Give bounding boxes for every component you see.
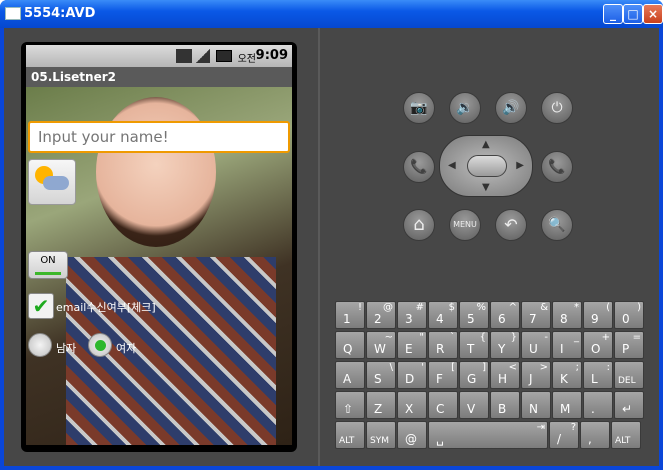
key-row4-3[interactable]: C bbox=[428, 391, 458, 419]
key-row2-4[interactable]: T{ bbox=[459, 331, 489, 359]
key-row3-9[interactable]: DEL bbox=[614, 361, 644, 389]
key-row2-0[interactable]: Q bbox=[335, 331, 365, 359]
close-button[interactable]: × bbox=[643, 4, 663, 24]
home-button[interactable]: ⌂ bbox=[403, 209, 435, 241]
radio-selected-dot bbox=[95, 340, 106, 351]
key-row4-7[interactable]: M bbox=[552, 391, 582, 419]
email-checkbox[interactable]: ✔ bbox=[28, 293, 54, 319]
key-row3-3[interactable]: F[ bbox=[428, 361, 458, 389]
key-row5-4[interactable]: /? bbox=[549, 421, 579, 449]
volume-up-button[interactable]: 🔊 bbox=[495, 92, 527, 124]
key-row3-8[interactable]: L: bbox=[583, 361, 613, 389]
call-button[interactable]: 📞 bbox=[403, 151, 435, 183]
key-row3-7[interactable]: K; bbox=[552, 361, 582, 389]
weather-image-button[interactable] bbox=[28, 159, 76, 205]
key-row3-0[interactable]: A bbox=[335, 361, 365, 389]
key-row4-4[interactable]: V bbox=[459, 391, 489, 419]
radio-male-label: 남자 bbox=[56, 342, 77, 355]
window-title: 5554:AVD bbox=[24, 6, 96, 21]
key-row5-2[interactable]: @ bbox=[397, 421, 427, 449]
key-row4-8[interactable]: . bbox=[583, 391, 613, 419]
panel-divider bbox=[318, 28, 320, 466]
key-row5-0[interactable]: ALT bbox=[335, 421, 365, 449]
radio-female[interactable] bbox=[88, 333, 112, 357]
on-toggle-button[interactable]: ON bbox=[28, 251, 68, 279]
key-row4-6[interactable]: N bbox=[521, 391, 551, 419]
maximize-button[interactable]: □ bbox=[623, 4, 643, 24]
network-icon bbox=[176, 49, 192, 63]
key-row1-0[interactable]: 1! bbox=[335, 301, 365, 329]
menu-button[interactable]: MENU bbox=[449, 209, 481, 241]
key-row4-0[interactable]: ⇧ bbox=[335, 391, 365, 419]
power-button[interactable]: ⏻ bbox=[541, 92, 573, 124]
status-clock: 9:09 bbox=[255, 48, 288, 63]
key-row4-1[interactable]: Z bbox=[366, 391, 396, 419]
emulator-window: 5554:AVD _ □ × 📷 🔉 🔊 ⏻ 📞 📞 ⌂ MENU ↶ 🔍 ▲ … bbox=[0, 0, 663, 470]
key-row1-9[interactable]: 0) bbox=[614, 301, 644, 329]
radio-female-label: 여자 bbox=[116, 342, 137, 355]
key-row3-1[interactable]: S \ bbox=[366, 361, 396, 389]
end-call-button[interactable]: 📞 bbox=[541, 151, 573, 183]
volume-down-button[interactable]: 🔉 bbox=[449, 92, 481, 124]
window-icon bbox=[5, 7, 21, 20]
key-row5-5[interactable]: , bbox=[580, 421, 610, 449]
dpad-up-icon[interactable]: ▲ bbox=[482, 139, 490, 150]
battery-icon bbox=[216, 50, 232, 62]
search-button[interactable]: 🔍 bbox=[541, 209, 573, 241]
key-row2-8[interactable]: O + bbox=[583, 331, 613, 359]
key-row1-7[interactable]: 8 * bbox=[552, 301, 582, 329]
minimize-button[interactable]: _ bbox=[603, 4, 623, 24]
toggle-indicator bbox=[35, 272, 61, 275]
key-row1-3[interactable]: 4 $ bbox=[428, 301, 458, 329]
camera-button[interactable]: 📷 bbox=[403, 92, 435, 124]
key-row2-2[interactable]: E " bbox=[397, 331, 427, 359]
dpad-right-icon[interactable]: ▶ bbox=[516, 160, 524, 171]
key-row4-9[interactable]: ↵ bbox=[614, 391, 644, 419]
key-row2-7[interactable]: I _ bbox=[552, 331, 582, 359]
key-row1-6[interactable]: 7 & bbox=[521, 301, 551, 329]
key-row2-3[interactable]: R ` bbox=[428, 331, 458, 359]
key-row4-2[interactable]: X bbox=[397, 391, 427, 419]
back-button[interactable]: ↶ bbox=[495, 209, 527, 241]
key-row2-6[interactable]: U- bbox=[521, 331, 551, 359]
dpad-down-icon[interactable]: ▼ bbox=[482, 182, 490, 193]
hardware-keyboard: 1! 2 @3 #4 $5% 6 ^ 7 & 8 * 9(0) Q W ~ E " R ` T{Y} U - I _ O + P = A… bbox=[335, 301, 645, 451]
photo-face bbox=[96, 97, 216, 247]
dpad-left-icon[interactable]: ◀ bbox=[448, 160, 456, 171]
key-row5-3[interactable]: ␣ ⇥ bbox=[428, 421, 548, 449]
cloud-icon bbox=[43, 176, 69, 190]
title-bar[interactable]: 5554:AVD _ □ × bbox=[0, 0, 663, 28]
radio-male[interactable] bbox=[28, 333, 52, 357]
key-row3-6[interactable]: J > bbox=[521, 361, 551, 389]
key-row1-8[interactable]: 9( bbox=[583, 301, 613, 329]
key-row5-6[interactable]: ALT bbox=[611, 421, 641, 449]
key-row2-5[interactable]: Y} bbox=[490, 331, 520, 359]
signal-icon bbox=[196, 49, 210, 63]
key-row2-1[interactable]: W ~ bbox=[366, 331, 396, 359]
dpad[interactable]: ▲ ▼ ◀ ▶ bbox=[439, 135, 533, 197]
app-title-bar: 05.Lisetner2 bbox=[26, 67, 292, 87]
key-row3-4[interactable]: G] bbox=[459, 361, 489, 389]
device-screen: 오전 9:09 05.Lisetner2 ON ✔ email수신여부[체크] … bbox=[26, 45, 292, 445]
key-row1-2[interactable]: 3 # bbox=[397, 301, 427, 329]
key-row3-5[interactable]: H < bbox=[490, 361, 520, 389]
key-row1-4[interactable]: 5% bbox=[459, 301, 489, 329]
key-row3-2[interactable]: D ' bbox=[397, 361, 427, 389]
key-row1-1[interactable]: 2 @ bbox=[366, 301, 396, 329]
key-row5-1[interactable]: SYM bbox=[366, 421, 396, 449]
key-row2-9[interactable]: P = bbox=[614, 331, 644, 359]
name-input[interactable] bbox=[28, 121, 290, 153]
background-photo: ON ✔ email수신여부[체크] 남자 여자 bbox=[26, 87, 292, 445]
status-bar: 오전 9:09 bbox=[26, 45, 292, 67]
toggle-label: ON bbox=[40, 255, 56, 266]
key-row1-5[interactable]: 6 ^ bbox=[490, 301, 520, 329]
key-row4-5[interactable]: B bbox=[490, 391, 520, 419]
status-ampm: 오전 bbox=[237, 54, 256, 65]
email-checkbox-label: email수신여부[체크] bbox=[56, 301, 156, 314]
dpad-center-button[interactable] bbox=[467, 155, 507, 177]
